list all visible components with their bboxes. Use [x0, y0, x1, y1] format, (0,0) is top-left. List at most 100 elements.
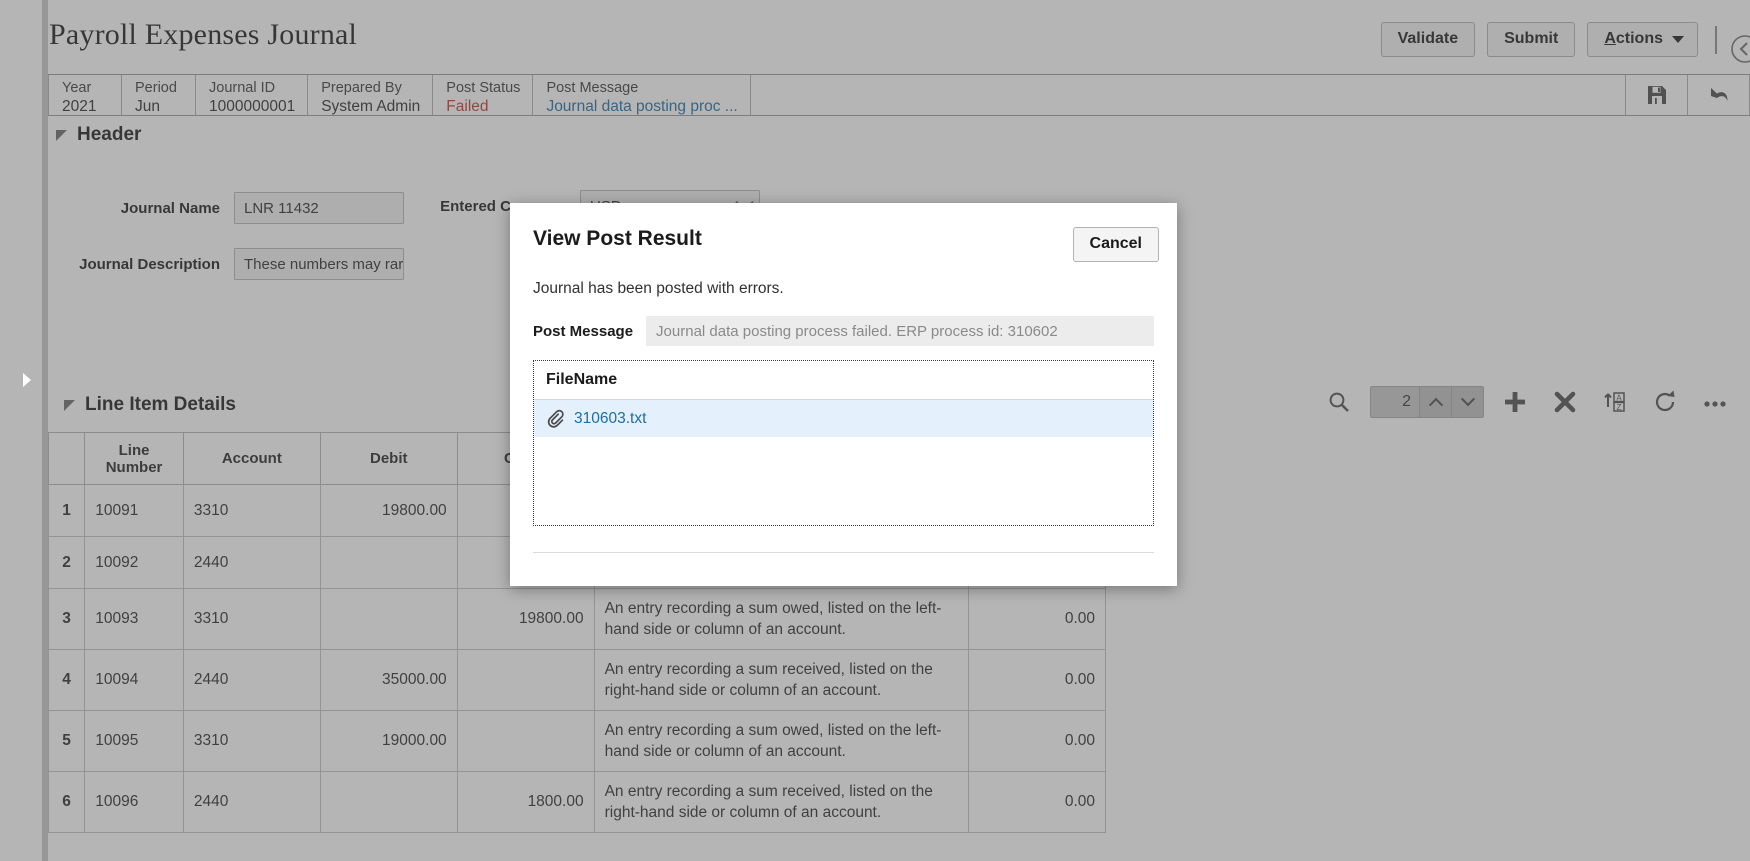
lines-title-row[interactable]: Line Item Details [56, 388, 236, 416]
cell-account[interactable]: 3310 [182, 484, 321, 537]
sort-button[interactable]: A Z [1590, 380, 1640, 424]
cell-line-number[interactable]: 10096 [84, 771, 184, 833]
save-button[interactable] [1626, 75, 1688, 115]
cell-debit[interactable]: 19800.00 [319, 484, 458, 537]
cell-debit[interactable]: 19000.00 [319, 710, 458, 772]
cell-account[interactable]: 2440 [182, 771, 321, 833]
cell-line-number[interactable]: 10093 [84, 588, 184, 650]
chevron-up-icon [1428, 397, 1443, 412]
top-toolbar: Payroll Expenses Journal Validate Submit… [0, 8, 1750, 70]
dialog-post-message-field: Post Message Journal data posting proces… [510, 298, 1177, 346]
cell-line-number[interactable]: 10094 [84, 649, 184, 711]
cell-debit[interactable] [319, 536, 458, 589]
collapse-triangle-icon[interactable] [56, 129, 67, 141]
chevron-right-icon [23, 373, 31, 387]
info-label: Period [135, 80, 177, 96]
field-journal-description: Journal Description These numbers may ra… [48, 248, 404, 280]
refresh-icon [1655, 390, 1675, 412]
table-row[interactable]: 6 10096 2440 1800.00 An entry recording … [47, 771, 1106, 833]
collapse-triangle-icon[interactable] [64, 399, 75, 411]
cell-description[interactable]: An entry recording a sum received, liste… [593, 771, 970, 833]
journal-description-label: Journal Description [79, 255, 220, 273]
cell-debit[interactable] [319, 771, 458, 833]
col-account[interactable]: Account [182, 432, 321, 485]
cell-credit[interactable]: 19800.00 [456, 588, 595, 650]
cell-account[interactable]: 3310 [182, 588, 321, 650]
info-label: Post Status [446, 80, 521, 96]
cell-credit[interactable] [456, 710, 595, 772]
attachment-file-name[interactable]: 310603.txt [574, 410, 646, 428]
cell-amount[interactable]: 0.00 [968, 771, 1106, 833]
row-stepper[interactable]: 2 [1370, 386, 1484, 418]
cell-amount[interactable]: 0.00 [968, 710, 1106, 772]
delete-row-button[interactable] [1540, 380, 1590, 424]
actions-label: Actions [1604, 31, 1663, 47]
cell-debit[interactable]: 35000.00 [319, 649, 458, 711]
header-section-title: Header [77, 124, 142, 145]
expand-left-panel-button[interactable] [18, 360, 36, 400]
info-field-period: Period Jun [122, 75, 196, 115]
attachments-column-header[interactable]: FileName [534, 361, 1153, 400]
attachments-empty-area [534, 437, 1153, 525]
submit-button[interactable]: Submit [1487, 22, 1576, 57]
field-journal-name: Journal Name LNR 11432 [48, 192, 404, 224]
table-row[interactable]: 5 10095 3310 19000.00 An entry recording… [47, 710, 1106, 772]
cell-description[interactable]: An entry recording a sum received, liste… [593, 649, 970, 711]
col-debit[interactable]: Debit [319, 432, 458, 485]
dialog-footer-divider [533, 552, 1154, 553]
cell-line-number[interactable]: 10091 [84, 484, 184, 537]
add-row-button[interactable] [1490, 380, 1540, 424]
col-line-number[interactable]: Line Number [84, 432, 184, 485]
page-title: Payroll Expenses Journal [49, 18, 358, 51]
table-row[interactable]: 3 10093 3310 19800.00 An entry recording… [47, 588, 1106, 650]
cell-amount[interactable]: 0.00 [968, 649, 1106, 711]
info-value: 2021 [62, 98, 97, 115]
cell-description[interactable]: An entry recording a sum owed, listed on… [593, 710, 970, 772]
row-index: 6 [47, 771, 86, 833]
info-label: Prepared By [321, 80, 402, 96]
journal-description-input[interactable]: These numbers may rar [234, 248, 404, 280]
dialog-message: Journal has been posted with errors. [533, 280, 784, 297]
cell-credit[interactable] [456, 649, 595, 711]
search-button[interactable] [1314, 380, 1364, 424]
cell-amount[interactable]: 0.00 [968, 588, 1106, 650]
info-field-post-message: Post Message Journal data posting proc .… [533, 75, 751, 116]
info-field-post-status: Post Status Failed [433, 75, 534, 115]
refresh-button[interactable] [1640, 380, 1690, 424]
post-message-link[interactable]: Journal data posting proc ... [546, 97, 737, 116]
cell-account[interactable]: 3310 [182, 710, 321, 772]
cell-debit[interactable] [319, 588, 458, 650]
cell-line-number[interactable]: 10092 [84, 536, 184, 589]
cell-description[interactable]: An entry recording a sum owed, listed on… [593, 588, 970, 650]
row-index: 4 [47, 649, 86, 711]
info-field-journal-id: Journal ID 1000000001 [196, 75, 309, 115]
more-options-button[interactable] [1690, 380, 1740, 424]
cell-credit[interactable]: 1800.00 [456, 771, 595, 833]
post-message-label: Post Message [533, 322, 634, 340]
application-root: Payroll Expenses Journal Validate Submit… [0, 0, 1750, 861]
journal-name-input[interactable]: LNR 11432 [234, 192, 404, 224]
table-row[interactable]: 4 10094 2440 35000.00 An entry recording… [47, 649, 1106, 711]
chevron-down-icon [1460, 392, 1475, 407]
stepper-down-button[interactable] [1451, 387, 1483, 417]
attachments-table: FileName 310603.txt [533, 360, 1154, 526]
attachment-row[interactable]: 310603.txt [534, 400, 1153, 437]
validate-button[interactable]: Validate [1380, 22, 1476, 57]
collapse-panel-button[interactable] [1728, 32, 1750, 66]
col-select[interactable] [47, 432, 86, 485]
stepper-up-button[interactable] [1419, 387, 1451, 417]
search-icon [1329, 392, 1349, 412]
undo-button[interactable] [1688, 75, 1750, 115]
row-count-value[interactable]: 2 [1371, 387, 1419, 417]
cell-line-number[interactable]: 10095 [84, 710, 184, 772]
status-badge: Failed [446, 98, 489, 115]
row-index: 3 [47, 588, 86, 650]
actions-menu-button[interactable]: Actions [1587, 22, 1698, 57]
cell-account[interactable]: 2440 [182, 649, 321, 711]
row-index: 2 [47, 536, 86, 589]
post-message-readonly-input: Journal data posting process failed. ERP… [646, 316, 1154, 346]
cell-account[interactable]: 2440 [182, 536, 321, 589]
cancel-button[interactable]: Cancel [1072, 227, 1159, 262]
info-label: Post Message [546, 80, 639, 96]
header-section-title-row[interactable]: Header [48, 118, 1750, 146]
